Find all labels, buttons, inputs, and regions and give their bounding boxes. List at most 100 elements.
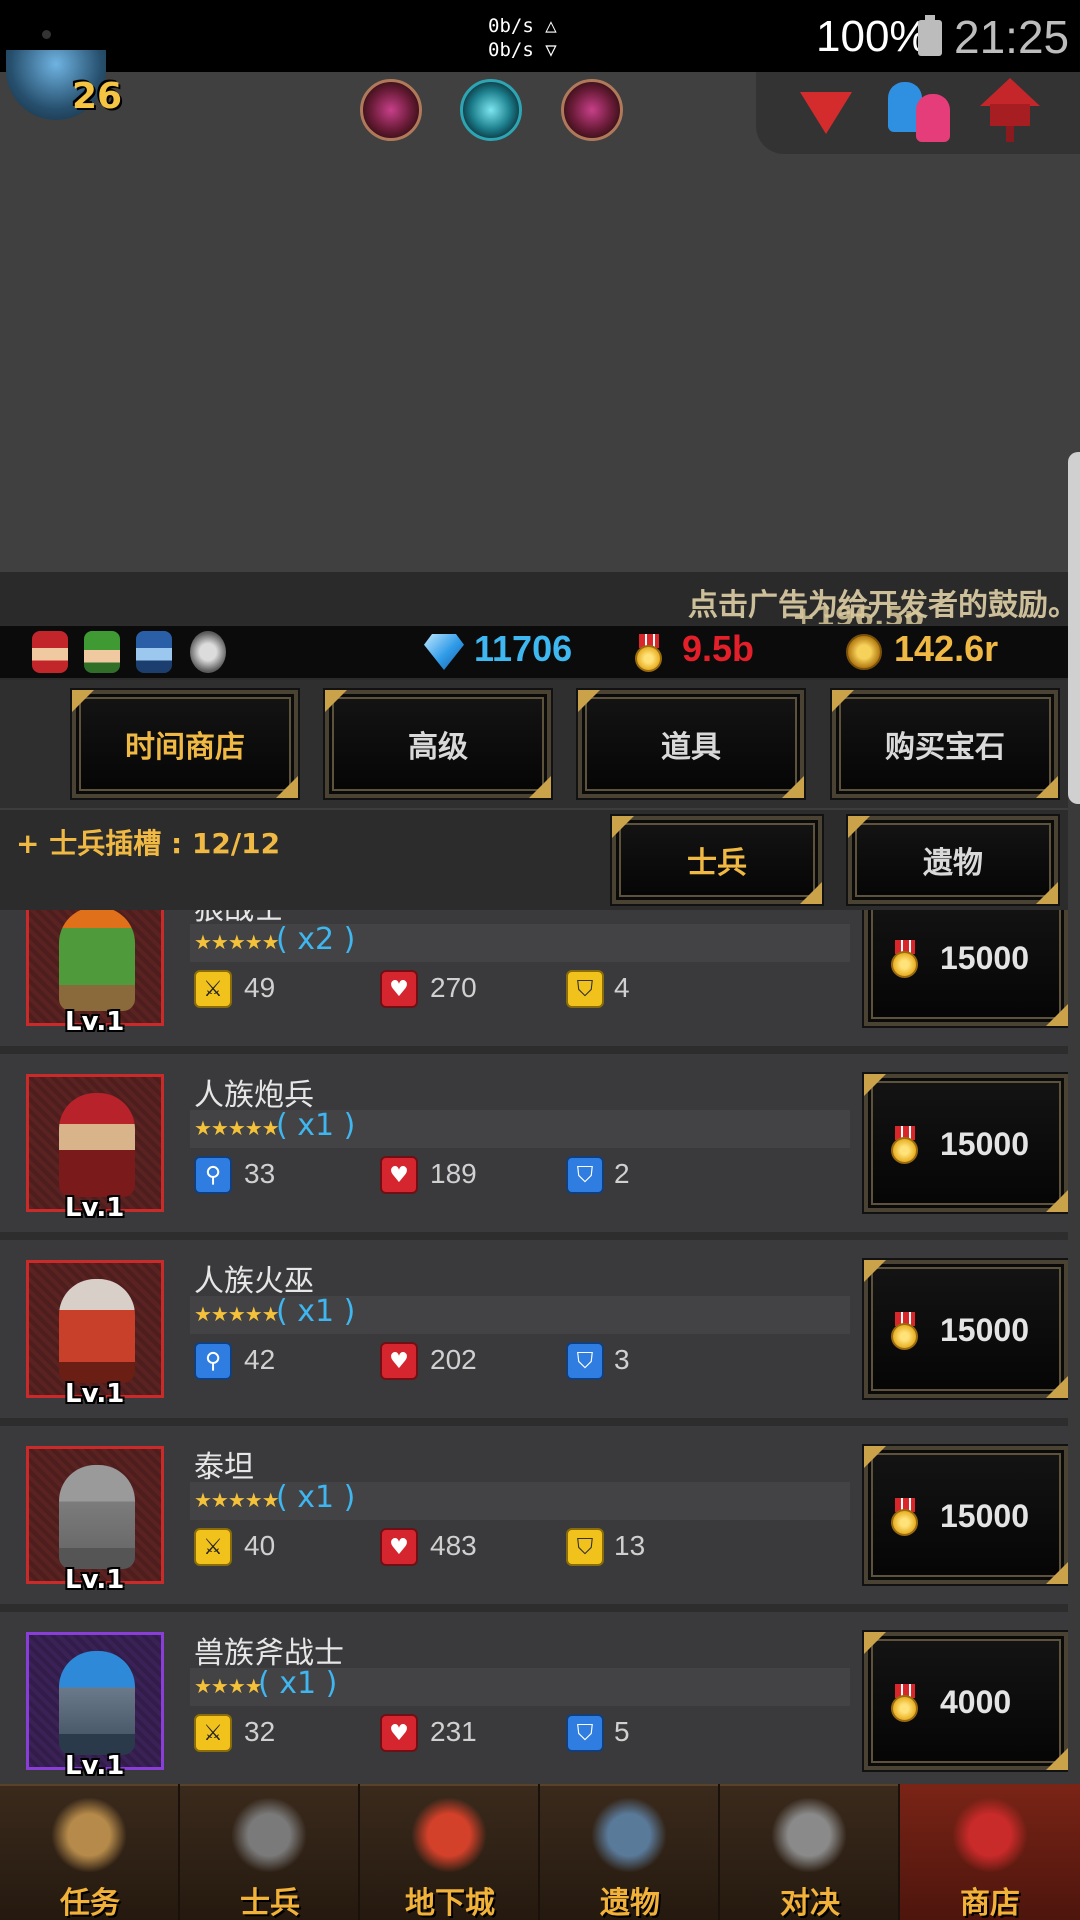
nav-item-label: 遗物 (600, 1886, 660, 1920)
unit-defense: 5 (614, 1716, 630, 1747)
relic-orb-icon (592, 1798, 666, 1872)
shield-defense-icon: ⛉ (566, 1714, 604, 1752)
nav-item-label: 地下城 (405, 1886, 495, 1920)
medal-icon (888, 1498, 922, 1536)
unit-portrait[interactable]: Lv.1 (26, 1074, 164, 1223)
unit-level: Lv.1 (65, 1007, 125, 1037)
unit-stars: ★★★★★ (194, 930, 280, 954)
magic-attack-icon: ⚲ (194, 1156, 232, 1194)
nav-item-label: 对决 (780, 1886, 840, 1920)
unit-stars: ★★★★ (194, 1674, 263, 1698)
hero-portrait-icon[interactable] (136, 631, 172, 673)
unit-hp: 270 (430, 972, 477, 1003)
nav-item-1[interactable]: 士兵 (180, 1784, 360, 1920)
unit-price: 15000 (940, 1312, 1029, 1348)
unit-price: 15000 (940, 1498, 1029, 1534)
friends-icon[interactable] (888, 82, 952, 142)
clock: 21:25 (954, 11, 1070, 63)
unit-portrait[interactable]: Lv.1 (26, 1260, 164, 1409)
unit-multiplier: ( x1 ) (276, 1294, 356, 1329)
shield-defense-icon: ⛉ (566, 970, 604, 1008)
tab-premium[interactable]: 高级 (323, 688, 553, 800)
nav-item-4[interactable]: 对决 (720, 1784, 900, 1920)
soldier-slot-count[interactable]: + 士兵插槽 : 12/12 (16, 822, 280, 862)
unit-stars: ★★★★★ (194, 1488, 280, 1512)
shop-stall-icon (953, 1798, 1027, 1872)
nav-item-label: 任务 (60, 1886, 120, 1920)
heart-hp-icon: ♥ (380, 1156, 418, 1194)
list-item[interactable]: Lv.1 狼战士 ★★★★★ ( x2 ) ⚔ 49 ♥ 270 ⛉ 4 150… (0, 910, 1068, 1046)
skill-orb-red-icon[interactable] (360, 79, 422, 141)
net-down-speed: 0b/s ▽ (488, 39, 557, 61)
list-item[interactable]: Lv.1 人族炮兵 ★★★★★ ( x1 ) ⚲ 33 ♥ 189 ⛉ 2 15… (0, 1054, 1068, 1232)
tab-buy-gems[interactable]: 购买宝石 (830, 688, 1060, 800)
unit-level: Lv.1 (65, 1379, 125, 1409)
collapse-triangle-icon[interactable] (800, 92, 852, 134)
unit-figure-icon (59, 1279, 135, 1383)
buy-unit-button[interactable]: 15000 (862, 1258, 1068, 1400)
unit-hp: 483 (430, 1530, 477, 1561)
shield-defense-icon: ⛉ (566, 1528, 604, 1566)
gold-count: 142.6r (894, 628, 999, 669)
network-speed: 0b/s △ 0b/s ▽ (488, 14, 557, 62)
buy-unit-button[interactable]: 15000 (862, 1072, 1068, 1214)
unit-multiplier: ( x2 ) (276, 922, 356, 957)
unit-multiplier: ( x1 ) (276, 1480, 356, 1515)
notification-dot (42, 30, 51, 39)
side-drawer-handle[interactable] (1068, 452, 1080, 804)
player-level: 26 (72, 76, 123, 117)
medal-icon (888, 1312, 922, 1350)
unit-level: Lv.1 (65, 1751, 125, 1781)
unit-portrait[interactable]: Lv.1 (26, 910, 164, 1037)
battery-icon (918, 15, 942, 56)
unit-portrait[interactable]: Lv.1 (26, 1632, 164, 1781)
subtab-relics[interactable]: 遗物 (846, 814, 1060, 906)
subtab-soldiers[interactable]: 士兵 (610, 814, 824, 906)
player-level-badge[interactable]: 26 (0, 50, 130, 126)
hero-portrait-icon[interactable] (190, 631, 226, 673)
buy-unit-button[interactable]: 15000 (862, 1444, 1068, 1586)
unit-name: 泰坦 (194, 1450, 254, 1485)
medal-count: 9.5b (682, 628, 755, 669)
soldier-list[interactable]: Lv.1 狼战士 ★★★★★ ( x2 ) ⚔ 49 ♥ 270 ⛉ 4 150… (0, 910, 1068, 1784)
tab-items[interactable]: 道具 (576, 688, 806, 800)
list-item[interactable]: Lv.1 人族火巫 ★★★★★ ( x1 ) ⚲ 42 ♥ 202 ⛉ 3 15… (0, 1240, 1068, 1418)
skill-orb-blue-icon[interactable] (460, 79, 522, 141)
nav-item-label: 士兵 (240, 1886, 300, 1920)
hero-portrait-icon[interactable] (84, 631, 120, 673)
buy-unit-button[interactable]: 15000 (862, 910, 1068, 1028)
unit-level: Lv.1 (65, 1565, 125, 1595)
sword-attack-icon: ⚔ (194, 1714, 232, 1752)
unit-name: 狼战士 (194, 910, 284, 928)
medal-icon (888, 940, 922, 978)
mailbox-icon[interactable] (980, 78, 1040, 142)
buy-unit-button[interactable]: 4000 (862, 1630, 1068, 1772)
unit-figure-icon (59, 910, 135, 1011)
nav-item-2[interactable]: 地下城 (360, 1784, 540, 1920)
list-item[interactable]: Lv.1 兽族斧战士 ★★★★ ( x1 ) ⚔ 32 ♥ 231 ⛉ 5 40… (0, 1612, 1068, 1784)
battery-percent: 100% (816, 12, 929, 61)
shield-defense-icon: ⛉ (566, 1156, 604, 1194)
unit-level: Lv.1 (65, 1193, 125, 1223)
sword-attack-icon: ⚔ (194, 970, 232, 1008)
tab-time-shop[interactable]: 时间商店 (70, 688, 300, 800)
unit-portrait[interactable]: Lv.1 (26, 1446, 164, 1595)
heart-hp-icon: ♥ (380, 970, 418, 1008)
unit-hp: 189 (430, 1158, 477, 1189)
hero-portrait-icon[interactable] (32, 631, 68, 673)
heart-hp-icon: ♥ (380, 1528, 418, 1566)
unit-price: 4000 (940, 1684, 1012, 1720)
nav-item-0[interactable]: 任务 (0, 1784, 180, 1920)
nav-item-3[interactable]: 遗物 (540, 1784, 720, 1920)
magic-attack-icon: ⚲ (194, 1342, 232, 1380)
medal-icon (632, 634, 666, 672)
medal-icon (888, 1684, 922, 1722)
net-up-speed: 0b/s △ (488, 15, 557, 37)
unit-defense: 13 (614, 1530, 646, 1561)
unit-price: 15000 (940, 1126, 1029, 1162)
nav-item-5[interactable]: 商店 (900, 1784, 1080, 1920)
unit-defense: 2 (614, 1158, 630, 1189)
skill-orb-red-icon[interactable] (561, 79, 623, 141)
dungeon-monster-icon (412, 1798, 486, 1872)
list-item[interactable]: Lv.1 泰坦 ★★★★★ ( x1 ) ⚔ 40 ♥ 483 ⛉ 13 150… (0, 1426, 1068, 1604)
